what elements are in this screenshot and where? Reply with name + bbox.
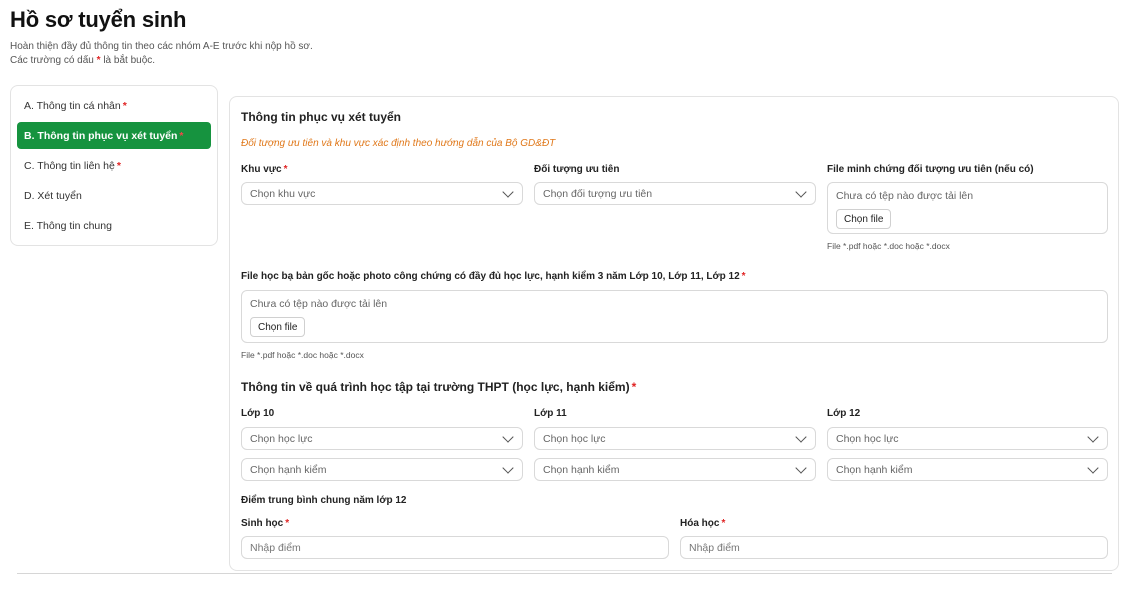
- doi-tuong-select[interactable]: Chọn đối tượng ưu tiên: [534, 182, 816, 205]
- grade-12-hanh-kiem-select[interactable]: Chọn hạnh kiểm: [827, 458, 1108, 481]
- required-star: *: [721, 518, 726, 529]
- file-format-hint: File *.pdf hoặc *.doc hoặc *.docx: [827, 241, 950, 251]
- doi-tuong-label: Đối tượng ưu tiên: [534, 164, 620, 175]
- select-value: Chọn hạnh kiểm: [543, 463, 620, 476]
- hoa-hoc-label-text: Hóa học: [680, 518, 720, 529]
- average-score-title: Điểm trung bình chung năm lớp 12: [241, 495, 407, 506]
- khu-vuc-label-text: Khu vực: [241, 164, 282, 175]
- chevron-down-icon: [795, 430, 807, 443]
- chevron-down-icon: [1087, 461, 1099, 474]
- file-doi-tuong-label: File minh chứng đối tượng ưu tiên (nếu c…: [827, 164, 1034, 175]
- grade-12-label: Lớp 12: [827, 408, 861, 419]
- required-star: *: [96, 55, 101, 66]
- file-status: Chưa có tệp nào được tải lên: [836, 190, 974, 202]
- sidebar-item-label: D. Xét tuyển: [24, 189, 82, 202]
- choose-file-button[interactable]: Chọn file: [250, 317, 306, 337]
- khu-vuc-select[interactable]: Chọn khu vực: [241, 182, 523, 205]
- chevron-down-icon: [795, 185, 807, 198]
- required-star: *: [283, 164, 288, 175]
- sidebar-item-label: A. Thông tin cá nhân: [24, 99, 121, 112]
- file-format-hint: File *.pdf hoặc *.doc hoặc *.docx: [241, 350, 364, 360]
- description-line-2: Các trường có dấu * là bắt buộc.: [10, 54, 313, 68]
- divider: [17, 573, 1112, 574]
- select-value: Chọn học lực: [836, 432, 899, 445]
- section-nav: A. Thông tin cá nhân * B. Thông tin phục …: [10, 85, 218, 246]
- required-star: *: [285, 518, 290, 529]
- sidebar-item-label: B. Thông tin phục vụ xét tuyển: [24, 129, 178, 142]
- description-post: là bắt buộc.: [103, 55, 156, 66]
- page-title: Hồ sơ tuyển sinh: [10, 7, 187, 32]
- file-hoc-ba-label: File học bạ bản gốc hoặc photo công chứn…: [241, 271, 746, 282]
- priority-note: Đối tượng ưu tiên và khu vực xác định th…: [241, 138, 556, 149]
- required-star: *: [741, 271, 746, 282]
- file-hoc-ba-label-text: File học bạ bản gốc hoặc photo công chứn…: [241, 271, 740, 282]
- description-pre: Các trường có dấu: [10, 55, 94, 66]
- select-value: Chọn học lực: [543, 432, 606, 445]
- doi-tuong-value: Chọn đối tượng ưu tiên: [543, 187, 653, 200]
- sidebar-item-personal-info[interactable]: A. Thông tin cá nhân *: [17, 92, 211, 119]
- grade-11-hanh-kiem-select[interactable]: Chọn hạnh kiểm: [534, 458, 816, 481]
- chevron-down-icon: [502, 461, 514, 474]
- page-description: Hoàn thiện đầy đủ thông tin theo các nhó…: [10, 40, 313, 68]
- description-line-1: Hoàn thiện đầy đủ thông tin theo các nhó…: [10, 41, 313, 52]
- grade-10-label: Lớp 10: [241, 408, 275, 419]
- grade-12-hoc-luc-select[interactable]: Chọn học lực: [827, 427, 1108, 450]
- chevron-down-icon: [502, 430, 514, 443]
- required-star: *: [122, 99, 127, 112]
- select-value: Chọn hạnh kiểm: [250, 463, 327, 476]
- chevron-down-icon: [1087, 430, 1099, 443]
- file-status: Chưa có tệp nào được tải lên: [250, 298, 388, 310]
- grade-10-hanh-kiem-select[interactable]: Chọn hạnh kiểm: [241, 458, 523, 481]
- grade-11-label: Lớp 11: [534, 408, 567, 419]
- required-star: *: [116, 159, 121, 172]
- grade-10-hoc-luc-select[interactable]: Chọn học lực: [241, 427, 523, 450]
- form-card: Thông tin phục vụ xét tuyển Đối tượng ưu…: [229, 96, 1119, 571]
- sidebar-item-label: E. Thông tin chung: [24, 219, 112, 232]
- chevron-down-icon: [502, 185, 514, 198]
- sidebar-item-label: C. Thông tin liên hệ: [24, 159, 115, 172]
- select-value: Chọn học lực: [250, 432, 313, 445]
- required-star: *: [179, 129, 184, 142]
- hoa-hoc-label: Hóa học *: [680, 518, 725, 529]
- required-star: *: [631, 380, 637, 394]
- section-title: Thông tin phục vụ xét tuyển: [241, 110, 401, 124]
- study-title-text: Thông tin về quá trình học tập tại trườn…: [241, 380, 630, 394]
- sidebar-item-general-info[interactable]: E. Thông tin chung: [17, 212, 211, 239]
- study-section-title: Thông tin về quá trình học tập tại trườn…: [241, 380, 636, 394]
- sidebar-item-admission-info[interactable]: B. Thông tin phục vụ xét tuyển *: [17, 122, 211, 149]
- chevron-down-icon: [795, 461, 807, 474]
- select-value: Chọn hạnh kiểm: [836, 463, 913, 476]
- sinh-hoc-label-text: Sinh học: [241, 518, 284, 529]
- choose-file-button[interactable]: Chọn file: [836, 209, 892, 229]
- sidebar-item-contact-info[interactable]: C. Thông tin liên hệ *: [17, 152, 211, 179]
- khu-vuc-label: Khu vực *: [241, 164, 288, 175]
- file-doi-tuong-upload: Chưa có tệp nào được tải lên Chọn file: [827, 182, 1108, 234]
- sinh-hoc-label: Sinh học *: [241, 518, 289, 529]
- file-hoc-ba-upload: Chưa có tệp nào được tải lên Chọn file: [241, 290, 1108, 343]
- khu-vuc-value: Chọn khu vực: [250, 187, 316, 200]
- hoa-hoc-input[interactable]: [680, 536, 1108, 559]
- sidebar-item-admission[interactable]: D. Xét tuyển: [17, 182, 211, 209]
- grade-11-hoc-luc-select[interactable]: Chọn học lực: [534, 427, 816, 450]
- sinh-hoc-input[interactable]: [241, 536, 669, 559]
